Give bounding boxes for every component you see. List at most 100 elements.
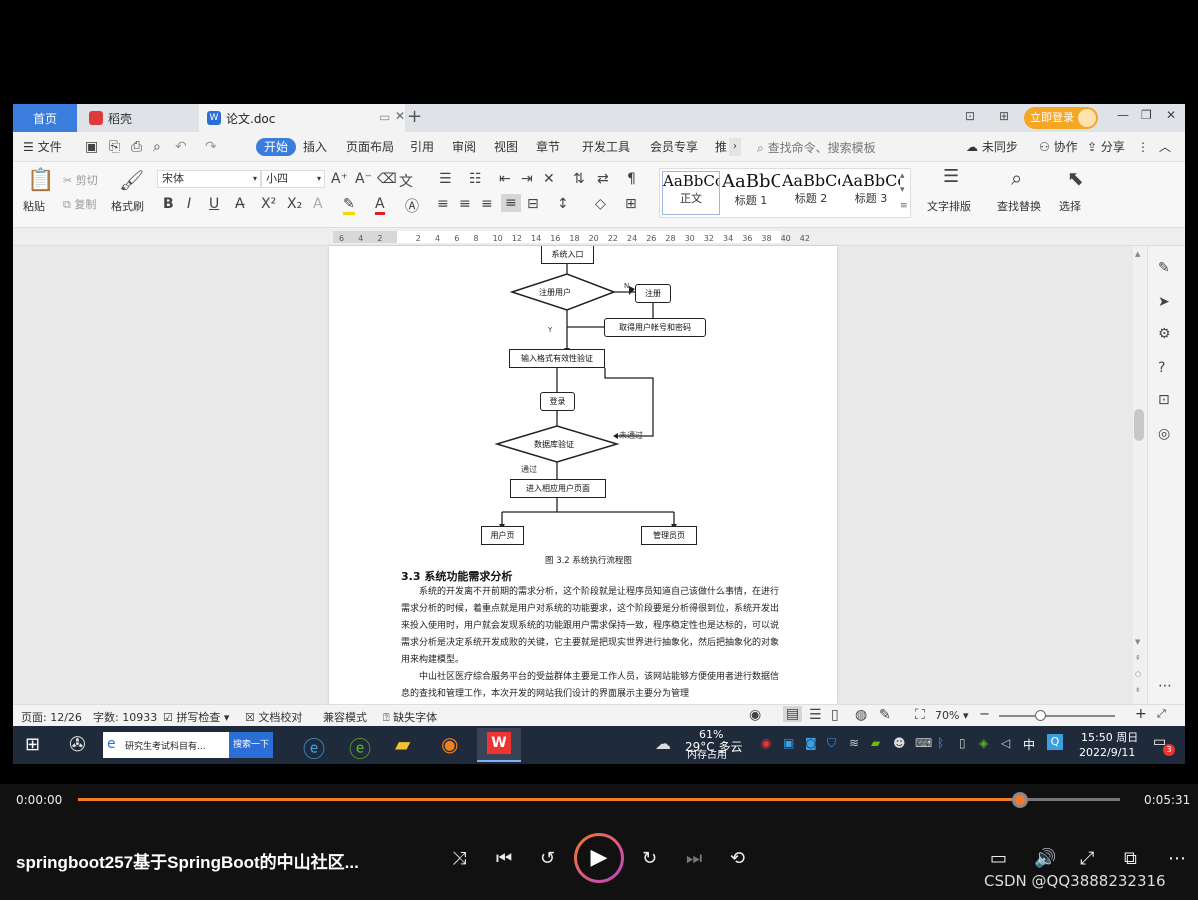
menu-review[interactable]: 审阅 [452,138,476,156]
minimize-icon[interactable]: — [1117,108,1129,122]
print-icon[interactable]: ⎙ [131,139,142,155]
align-center-icon[interactable]: ≡ [459,196,471,212]
document-area[interactable]: 系统入口 注册用户 N 注册 取得用户帐号和密码 Y 输入格式有效性验证 登录 … [13,246,1133,704]
redo-icon[interactable]: ↷ [205,139,217,155]
play-button[interactable]: ▶ [574,833,624,883]
zoom-slider-knob[interactable] [1035,710,1046,721]
mini-player-icon[interactable]: ⧉ [1124,848,1137,869]
eye-protect-icon[interactable]: ◉ [749,707,761,723]
text-direction-icon[interactable]: ⇄ [597,171,609,187]
gallery-up-icon[interactable]: ▴ [900,171,905,181]
tab-close-icon[interactable]: ✕ [395,109,405,123]
borders-icon[interactable]: ⊞ [625,196,637,212]
new-tab-icon[interactable]: + [407,106,422,127]
command-search[interactable]: ⌕ 查找命令、搜索模板 [757,139,876,156]
tray-app-icon[interactable]: ▣ [783,736,794,750]
sort-icon[interactable]: ⇅ [573,171,585,187]
zoom-level[interactable]: 70% ▾ [935,709,968,722]
pinwheel-app-icon[interactable]: ✇ [69,732,86,756]
prev-page-icon[interactable]: ⇞ [1135,654,1141,662]
style-heading2[interactable]: AaBbCc 标题 2 [782,171,840,217]
tab-daoke[interactable]: 稻壳 [81,104,199,132]
document-page[interactable]: 系统入口 注册用户 N 注册 取得用户帐号和密码 Y 输入格式有效性验证 登录 … [329,246,837,704]
file-explorer-icon[interactable]: ▰ [395,732,410,756]
zoom-out-icon[interactable]: − [979,707,990,722]
save-icon[interactable]: ▣ [85,139,98,155]
pen-icon[interactable]: ✎ [1158,260,1170,276]
fullscreen-icon[interactable]: ⤢ [1157,707,1166,721]
align-right-icon[interactable]: ≡ [481,196,493,212]
zoom-slider[interactable] [999,715,1115,717]
font-name-select[interactable]: 宋体 ▾ [157,170,261,188]
shuffle-icon[interactable]: ⤨ [452,848,466,869]
text-effect-icon[interactable]: A [313,196,323,212]
tab-pin-icon[interactable]: ▭ [379,110,390,124]
menu-page-layout[interactable]: 页面布局 [346,138,394,156]
clock-date[interactable]: 2022/9/11 [1079,746,1135,759]
restore-icon[interactable]: ❐ [1141,108,1152,122]
menu-insert[interactable]: 插入 [303,138,327,156]
scroll-thumb[interactable] [1134,409,1144,441]
select-browse-object-icon[interactable]: ○ [1135,670,1141,678]
assistant-icon[interactable]: ◎ [1158,426,1170,442]
media-app-icon[interactable]: ◉ [441,732,458,756]
undo-icon[interactable]: ↶ [175,139,187,155]
layout-icon[interactable]: ⊡ [965,109,975,123]
close-window-icon[interactable]: ✕ [1166,108,1176,122]
horizontal-ruler[interactable]: 6 4 2 2 4 6 8 10 12 14 16 18 20 22 24 26 28 30 32 34 36 38 40 4… [13,228,1185,246]
next-page-icon[interactable]: ⇟ [1135,686,1141,694]
tray-app-icon[interactable]: ◈ [979,736,988,750]
clock-time[interactable]: 15:50 周日 [1081,729,1138,745]
forward-30-icon[interactable]: ↻ [642,848,657,869]
search-go-button[interactable]: 搜索一下 [229,732,273,758]
italic-icon[interactable]: I [187,196,191,212]
page-view-icon[interactable]: ▤ [783,706,803,722]
apps-grid-icon[interactable]: ⊞ [999,109,1009,123]
ime-indicator[interactable]: 中 [1023,736,1035,753]
menu-chapter[interactable]: 章节 [536,138,560,156]
qq-icon[interactable]: ☻ [893,736,906,750]
share-button[interactable]: ⇪ 分享 [1087,138,1125,156]
superscript-icon[interactable]: X² [261,196,276,212]
format-painter-icon[interactable]: 🖌 [119,168,144,192]
outline-view-icon[interactable]: ☰ [809,707,822,723]
collapse-ribbon-icon[interactable]: ︿ [1159,138,1171,156]
reading-view-icon[interactable]: ▯ [831,707,839,723]
windows-start-icon[interactable]: ⊞ [25,734,40,755]
show-marks-icon[interactable]: ¶ [627,171,636,187]
browser-search-widget[interactable]: e 研究生考试科目有... 搜索一下 [103,732,273,758]
shrink-font-icon[interactable]: A⁻ [355,171,372,187]
zoom-in-icon[interactable]: + [1135,706,1147,722]
font-size-select[interactable]: 小四 ▾ [261,170,325,188]
print-preview-icon[interactable]: ⌕ [153,139,161,155]
scroll-down-icon[interactable]: ▼ [1135,638,1140,646]
more-icon[interactable]: ⋯ [1158,678,1172,694]
menu-references[interactable]: 引用 [410,138,434,156]
underline-icon[interactable]: U [209,196,219,212]
tray-app-icon[interactable]: ◙ [805,736,817,750]
subscript-icon[interactable]: X₂ [287,196,302,212]
page-indicator[interactable]: 页面: 12/26 [21,709,82,725]
web-view-icon[interactable]: ◍ [855,707,867,723]
tab-document[interactable]: W 论文.doc ▭ ✕ [199,104,405,132]
menu-more[interactable]: 推 [715,138,727,156]
keyboard-icon[interactable]: ⌨ [915,736,932,750]
select-button[interactable]: 选择 [1059,198,1081,214]
bullets-icon[interactable]: ☰ [439,171,452,187]
proofread-button[interactable]: ☒ 文档校对 [245,709,302,725]
edit-view-icon[interactable]: ✎ [879,707,891,723]
next-icon[interactable]: ⏭ [686,848,702,869]
style-heading1[interactable]: AaBbC 标题 1 [722,171,780,217]
sync-status[interactable]: ☁ 未同步 [966,138,1018,156]
paste-icon[interactable]: 📋 [27,168,54,193]
style-normal[interactable]: AaBbCcI 正文 [662,171,720,215]
help-icon[interactable]: ? [1158,360,1165,376]
progress-knob[interactable] [1011,792,1028,808]
menu-scroll-chevron-icon[interactable]: › [729,138,741,156]
input-method-icon[interactable]: Q [1047,734,1063,750]
collab-button[interactable]: ⚇ 协作 [1039,138,1078,156]
style-heading3[interactable]: AaBbCc 标题 3 [842,171,900,217]
tab-home[interactable]: 首页 [13,104,77,132]
clear-format-icon[interactable]: ⌫ [377,171,397,187]
menu-view[interactable]: 视图 [494,138,518,156]
